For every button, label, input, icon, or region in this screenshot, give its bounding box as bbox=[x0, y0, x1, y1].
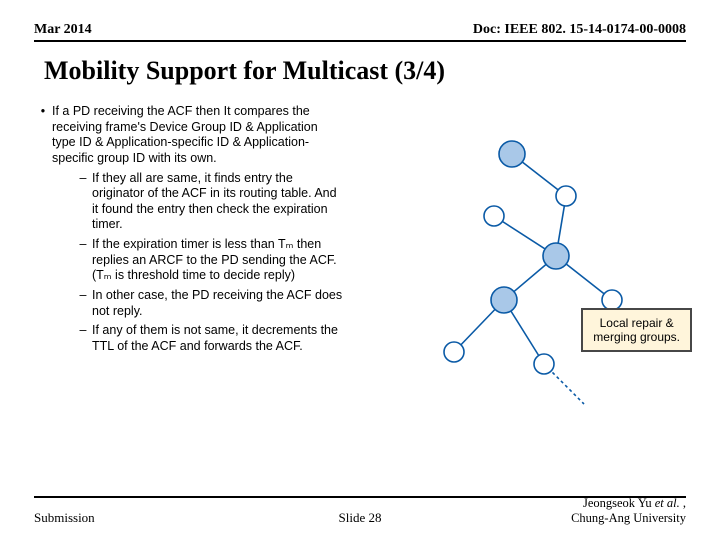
bullet-item: • If a PD receiving the ACF then It comp… bbox=[34, 104, 344, 358]
header: Mar 2014 Doc: IEEE 802. 15-14-0174-00-00… bbox=[34, 22, 686, 42]
callout-box: Local repair & merging groups. bbox=[581, 308, 692, 352]
dash-marker: – bbox=[74, 323, 92, 354]
sub-text: If the expiration timer is less than Tₘ … bbox=[92, 237, 344, 284]
header-left: Mar 2014 bbox=[34, 22, 92, 38]
slide-title: Mobility Support for Multicast (3/4) bbox=[44, 56, 686, 86]
network-diagram: Local repair & merging groups. bbox=[344, 104, 686, 358]
author-name: Jeongseok Yu bbox=[583, 496, 655, 510]
footer-center: Slide 28 bbox=[34, 510, 686, 526]
sub-item: – If any of them is not same, it decreme… bbox=[74, 323, 344, 354]
sub-item: – If they all are same, it finds entry t… bbox=[74, 171, 344, 234]
slide: Mar 2014 Doc: IEEE 802. 15-14-0174-00-00… bbox=[0, 0, 720, 540]
diagram-svg bbox=[344, 104, 674, 414]
sub-list: – If they all are same, it finds entry t… bbox=[74, 171, 344, 355]
sub-text: If they all are same, it finds entry the… bbox=[92, 171, 344, 234]
dash-marker: – bbox=[74, 171, 92, 234]
text-column: • If a PD receiving the ACF then It comp… bbox=[34, 104, 344, 358]
dash-marker: – bbox=[74, 288, 92, 319]
sub-item: – If the expiration timer is less than T… bbox=[74, 237, 344, 284]
footer: Submission Slide 28 Jeongseok Yu et al. … bbox=[34, 496, 686, 526]
bullet-marker: • bbox=[34, 104, 52, 358]
sub-text: In other case, the PD receiving the ACF … bbox=[92, 288, 344, 319]
sub-item: – In other case, the PD receiving the AC… bbox=[74, 288, 344, 319]
author-etal: et al. bbox=[655, 496, 680, 510]
bullet-text: If a PD receiving the ACF then It compar… bbox=[52, 104, 344, 167]
dash-marker: – bbox=[74, 237, 92, 284]
header-right: Doc: IEEE 802. 15-14-0174-00-0008 bbox=[473, 22, 686, 38]
author-comma: , bbox=[680, 496, 686, 510]
sub-text: If any of them is not same, it decrement… bbox=[92, 323, 344, 354]
body: • If a PD receiving the ACF then It comp… bbox=[34, 104, 686, 358]
